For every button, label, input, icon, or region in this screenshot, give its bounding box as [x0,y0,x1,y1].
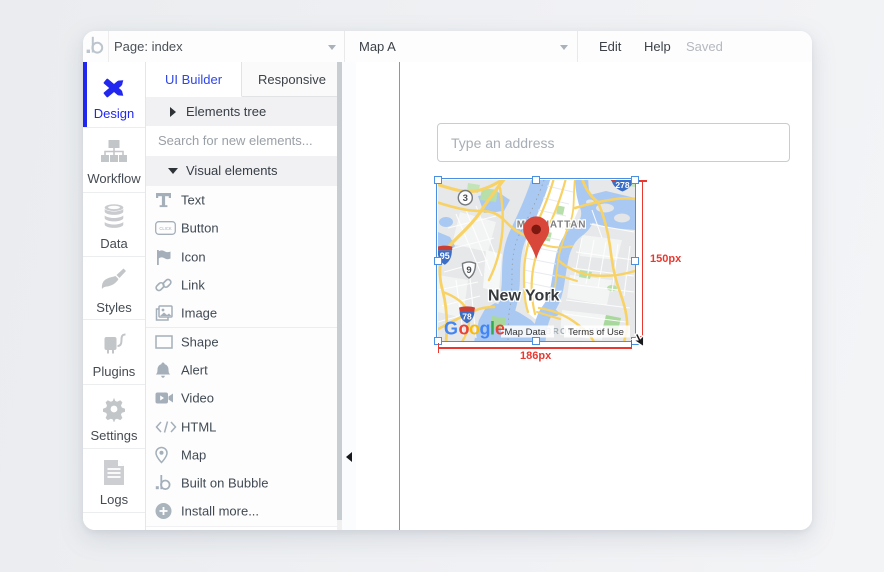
svg-text:CLICK: CLICK [159,227,172,232]
